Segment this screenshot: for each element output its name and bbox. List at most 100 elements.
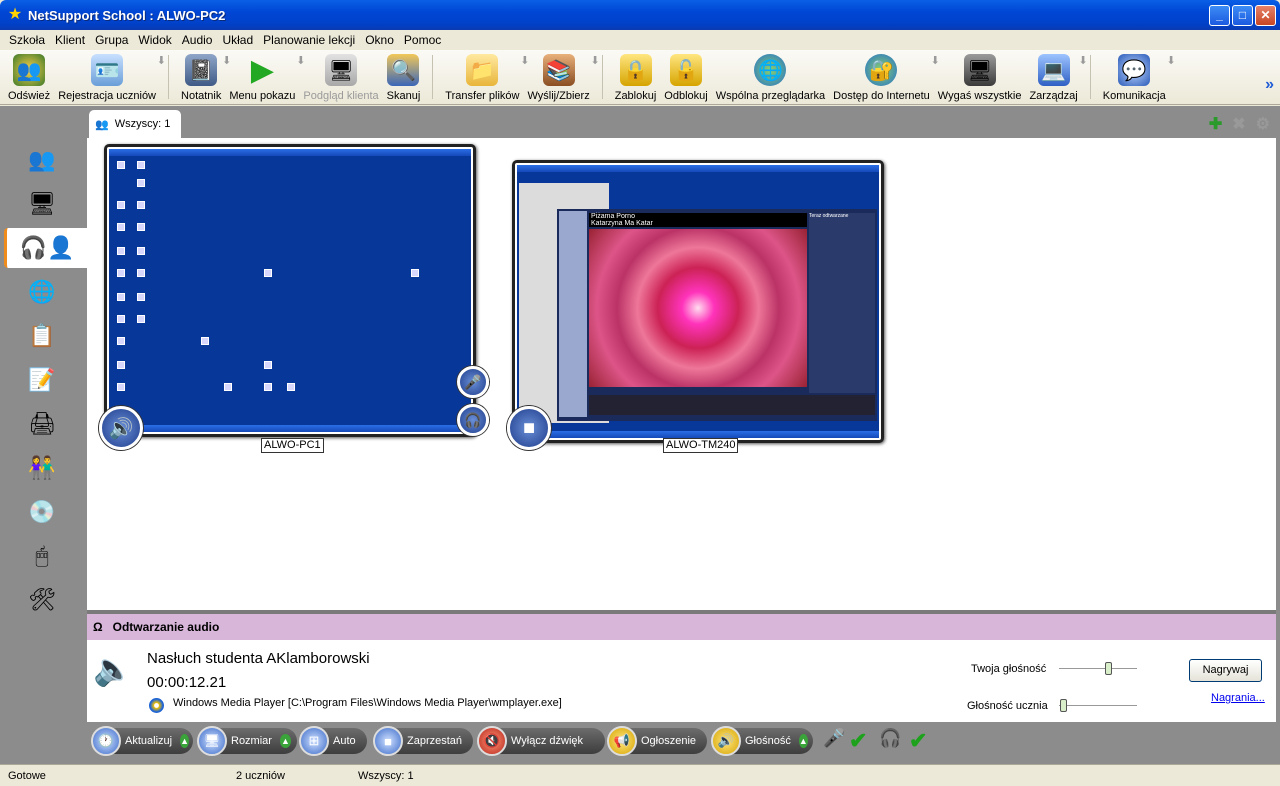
update-button[interactable]: 🕐 Aktualizuj ▲: [91, 726, 193, 756]
mute-speaker-icon: 🔇: [477, 726, 507, 756]
menu-audio[interactable]: Audio: [177, 33, 218, 47]
show-menu-button[interactable]: ▶ Menu pokazu ⬇: [225, 50, 305, 104]
groups-mode-icon[interactable]: 👫: [16, 448, 68, 488]
announcement-label: Ogłoszenie: [641, 735, 697, 747]
mute-button[interactable]: 🔇 Wyłącz dźwięk: [477, 726, 605, 756]
dropdown-arrow-icon[interactable]: ⬇: [157, 54, 166, 67]
visualization-swirl: [589, 229, 807, 387]
file-transfer-button[interactable]: 📁 Transfer plików ⬇: [441, 50, 529, 104]
menu-school[interactable]: Szkoła: [4, 33, 50, 47]
chat-icon: 💬: [1118, 54, 1151, 86]
dropdown-arrow-icon[interactable]: ⬇: [591, 54, 600, 67]
close-button[interactable]: ✕: [1255, 5, 1276, 26]
your-volume-thumb[interactable]: [1105, 662, 1113, 675]
devices-mode-icon[interactable]: 🖱: [16, 536, 68, 576]
audio-playback-panel: Ω Odtwarzanie audio 🔈 Nasłuch studenta A…: [87, 610, 1276, 722]
audio-mode-icon[interactable]: 🎧👤: [4, 228, 87, 268]
microphone-status-icon[interactable]: 🎤: [823, 728, 845, 749]
communication-button[interactable]: 💬 Komunikacja ⬇: [1099, 50, 1176, 104]
client-taskbar-top: [109, 149, 471, 156]
client-view-area: 🔊 🎤 🎧 ALWO-PC1 Piżama Porno Katarzyna Ma…: [87, 138, 1276, 610]
monitor-size-icon: 🖥: [197, 726, 227, 756]
notes-button[interactable]: 📓 Notatnik ⬇: [177, 50, 231, 104]
microphone-icon[interactable]: 🎤: [457, 366, 489, 398]
lock-icon: 🔒: [619, 54, 652, 86]
register-students-button[interactable]: 🪪 Rejestracja uczniów ⬇: [54, 50, 166, 104]
stop-button[interactable]: ■ Zaprzestań: [373, 726, 473, 756]
wmp-controls[interactable]: [589, 395, 875, 415]
tools-mode-icon[interactable]: 🛠: [16, 580, 68, 620]
toolbar-overflow-chevron-icon[interactable]: »: [1265, 76, 1274, 94]
applications-mode-icon[interactable]: 📋: [16, 316, 68, 356]
menu-view[interactable]: Widok: [133, 33, 176, 47]
menu-group[interactable]: Grupa: [90, 33, 133, 47]
microphone-ok-check-icon: ✔: [849, 728, 868, 753]
group-properties-icon[interactable]: ⚙: [1256, 114, 1270, 134]
question-mode-icon[interactable]: 📝: [16, 360, 68, 400]
scan-button[interactable]: 🔍 Skanuj: [383, 50, 425, 104]
maximize-button[interactable]: □: [1232, 5, 1253, 26]
status-group: Wszyscy: 1: [358, 769, 414, 782]
manage-button[interactable]: 💻 Zarządzaj ⬇: [1025, 50, 1088, 104]
blank-all-button[interactable]: 🖥 Wygaś wszystkie: [934, 50, 1026, 104]
student-volume-thumb[interactable]: [1060, 699, 1068, 712]
toolbar-separator: [168, 55, 170, 99]
web-mode-icon[interactable]: 🌐: [16, 272, 68, 312]
globe-icon: 🌐: [754, 54, 787, 86]
headphones-icon: Ω: [93, 620, 103, 634]
dropdown-arrow-icon[interactable]: ⬇: [1167, 54, 1176, 67]
unlock-button[interactable]: 🔓 Odblokuj: [660, 50, 711, 104]
manage-icon: 💻: [1037, 54, 1070, 86]
cd-mode-icon[interactable]: 💿: [16, 492, 68, 532]
menu-lesson-plan[interactable]: Planowanie lekcji: [258, 33, 360, 47]
arrow-up-icon: ▲: [279, 734, 291, 748]
toolbar-separator: [432, 55, 434, 99]
volume-label: Głośność: [745, 735, 791, 747]
view-client-button[interactable]: 🖥 Podgląd klienta: [299, 50, 382, 104]
monitor-mode-icon[interactable]: 🖥: [16, 184, 68, 224]
recordings-link[interactable]: Nagrania...: [1211, 692, 1265, 704]
headset-icon[interactable]: 🎧: [457, 404, 489, 436]
client-thumbnail-pc1[interactable]: [104, 144, 476, 437]
volume-icon: 🔊: [711, 726, 741, 756]
tab-all[interactable]: 👥 Wszyscy: 1: [89, 110, 181, 138]
shared-browser-button[interactable]: 🌐 Wspólna przeglądarka: [712, 50, 829, 104]
menu-help[interactable]: Pomoc: [399, 33, 446, 47]
stop-icon[interactable]: ■: [507, 406, 551, 450]
status-ready: Gotowe: [8, 769, 46, 782]
record-button[interactable]: Nagrywaj: [1189, 659, 1262, 682]
student-volume-slider[interactable]: [1059, 699, 1137, 712]
lock-button[interactable]: 🔒 Zablokuj: [611, 50, 661, 104]
auto-button[interactable]: ⊞ Auto: [299, 726, 367, 756]
folder-icon: 📁: [466, 54, 499, 86]
menu-layout[interactable]: Układ: [217, 33, 258, 47]
users-mode-icon[interactable]: 👥: [16, 140, 68, 180]
mute-label: Wyłącz dźwięk: [511, 735, 584, 747]
wmp-playlist: Teraz odtwarzane: [809, 213, 875, 393]
wmp-sidebar: [559, 211, 587, 417]
auto-label: Auto: [333, 735, 356, 747]
speaker-icon[interactable]: 🔊: [99, 406, 143, 450]
refresh-button[interactable]: 👥 Odśwież: [4, 50, 54, 104]
dropdown-arrow-icon[interactable]: ⬇: [1079, 54, 1088, 67]
your-volume-slider[interactable]: [1059, 662, 1137, 675]
volume-button[interactable]: 🔊 Głośność ▲: [711, 726, 813, 756]
client-desktop: [109, 149, 471, 432]
add-group-icon[interactable]: ✚: [1209, 114, 1222, 134]
delete-group-icon[interactable]: ✖: [1232, 114, 1245, 134]
action-bar: 🕐 Aktualizuj ▲ 🖥 Rozmiar ▲ ⊞ Auto ■ Zaprze…: [87, 722, 1280, 764]
printer-mode-icon[interactable]: 🖨: [16, 404, 68, 444]
client-thumbnail-tm240[interactable]: Piżama Porno Katarzyna Ma Katar Teraz od…: [512, 160, 884, 443]
menu-client[interactable]: Klient: [50, 33, 90, 47]
size-button[interactable]: 🖥 Rozmiar ▲: [197, 726, 297, 756]
title-bar: ★ NetSupport School : ALWO-PC2 _ □ ✕: [0, 0, 1280, 30]
status-students: 2 uczniów: [236, 769, 285, 782]
internet-access-button[interactable]: 🔐 Dostęp do Internetu ⬇: [829, 50, 940, 104]
notebook-icon: 📓: [185, 54, 218, 86]
globe-lock-icon: 🔐: [865, 54, 898, 86]
menu-window[interactable]: Okno: [360, 33, 399, 47]
announcement-button[interactable]: 📢 Ogłoszenie: [607, 726, 707, 756]
send-collect-button[interactable]: 📚 Wyślij/Zbierz ⬇: [523, 50, 600, 104]
minimize-button[interactable]: _: [1209, 5, 1230, 26]
headset-status-icon[interactable]: 🎧: [879, 728, 901, 749]
